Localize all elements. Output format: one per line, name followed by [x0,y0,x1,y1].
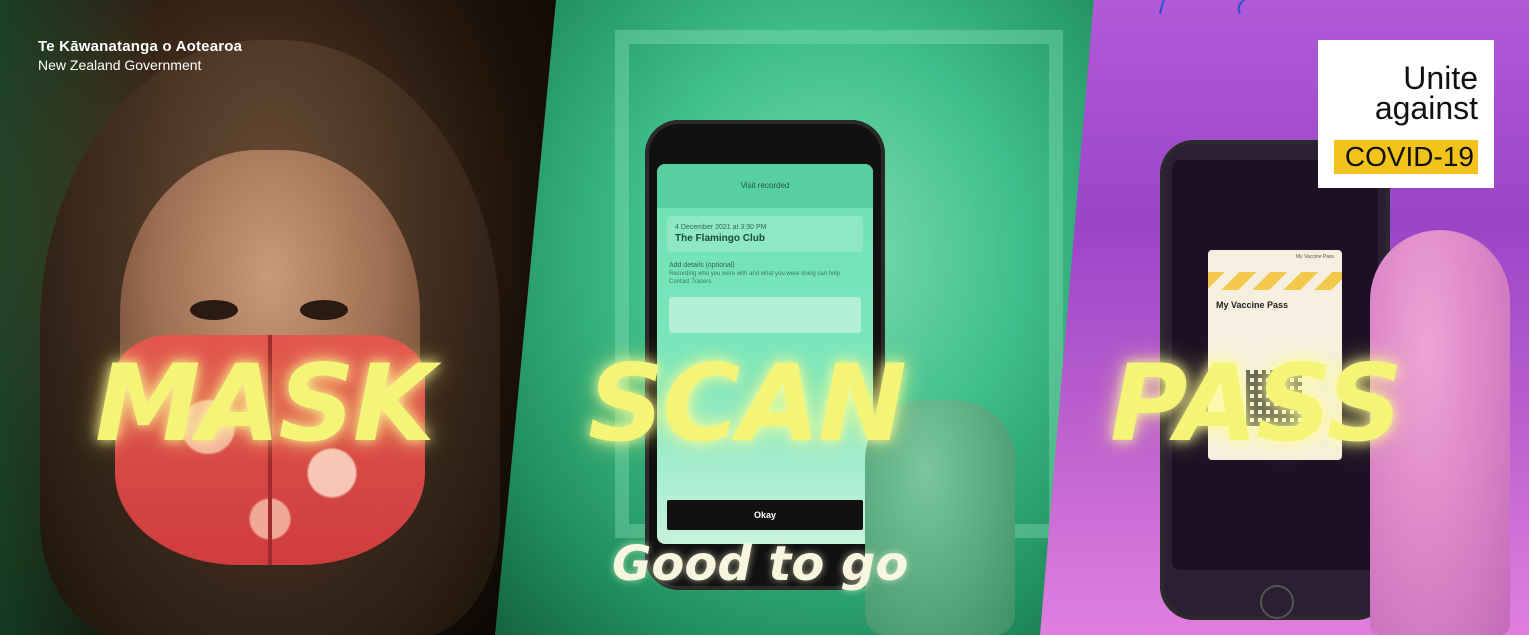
okay-button: Okay [667,500,863,530]
scan-phone-header: Visit recorded [657,164,873,208]
logo-line-covid: COVID-19 [1334,140,1478,174]
word-pass: PASS [1110,342,1403,465]
phone-home-button [1260,585,1294,619]
visit-venue: The Flamingo Club [675,233,765,244]
visit-date: 4 December 2021 at 3:30 PM [675,224,767,231]
left-eye [190,300,238,320]
pass-card-title: My Vaccine Pass [1216,300,1289,310]
logo-line-against: against [1374,90,1478,126]
tagline: Good to go [612,536,909,592]
details-input [669,296,861,333]
pass-card-stripe [1208,272,1342,290]
right-eye [300,300,348,320]
mask-panel [0,0,560,635]
pass-card-small-title: My Vaccine Pass [1296,254,1334,260]
word-mask: MASK [95,342,435,465]
visit-card: 4 December 2021 at 3:30 PM The Flamingo … [667,216,863,252]
government-maori-name: Te Kāwanatanga o Aotearoa [38,38,243,55]
unite-against-covid-logo: Unite against COVID-19 [1318,40,1494,188]
government-english-name: New Zealand Government [38,57,202,73]
scribble-mark [1159,0,1245,14]
campaign-banner: Visit recorded 4 December 2021 at 3:30 P… [0,0,1529,635]
details-label: Add details (optional) [669,262,735,269]
word-scan: SCAN [588,342,907,465]
details-description: Recording who you were with and what you… [669,271,841,285]
government-logo: Te Kāwanatanga o Aotearoa New Zealand Go… [38,38,242,73]
